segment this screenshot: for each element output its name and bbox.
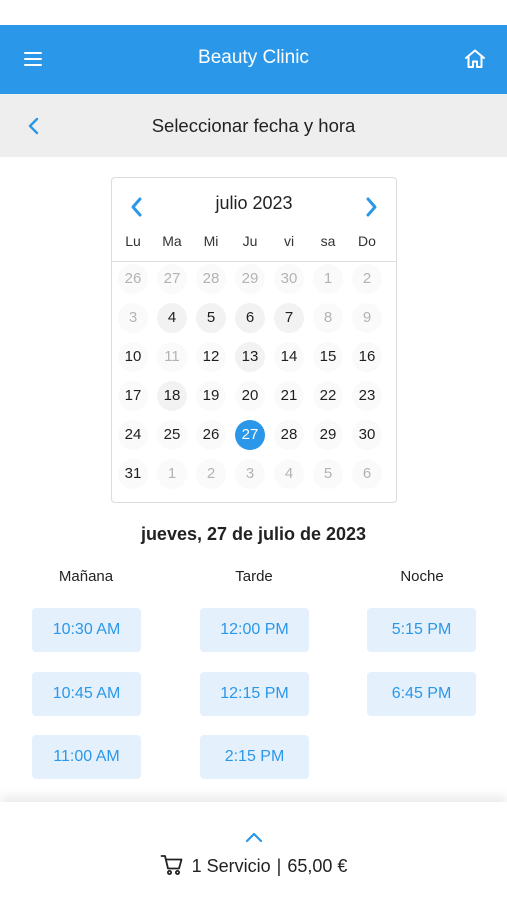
selected-date-heading: jueves, 27 de julio de 2023 xyxy=(140,524,367,544)
weekday-label: Ma xyxy=(162,233,182,249)
calendar-day: 26 xyxy=(118,264,148,294)
cart-summary-bar: 1 Servicio | 65,00 € xyxy=(0,802,507,900)
column-title-tarde: Tarde xyxy=(235,568,273,585)
weekday-label: vi xyxy=(283,233,295,249)
time-slot-button[interactable]: 10:30 AM xyxy=(32,608,141,652)
calendar-day: 30 xyxy=(274,264,304,294)
calendar-day[interactable]: 26 xyxy=(196,420,226,450)
page-title: Seleccionar fecha y hora xyxy=(151,115,356,136)
calendar-day: 28 xyxy=(196,264,226,294)
calendar-day-selected[interactable]: 27 xyxy=(235,420,265,450)
time-slot-button[interactable]: 5:15 PM xyxy=(367,608,476,652)
calendar-day: 9 xyxy=(352,303,382,333)
calendar-day[interactable]: 15 xyxy=(313,342,343,372)
calendar-day[interactable]: 12 xyxy=(196,342,226,372)
calendar-day[interactable]: 7 xyxy=(274,303,304,333)
time-slot-button[interactable]: 12:15 PM xyxy=(200,672,309,716)
calendar-day[interactable]: 10 xyxy=(118,342,148,372)
home-icon[interactable] xyxy=(463,47,487,71)
calendar-day[interactable]: 18 xyxy=(157,381,187,411)
column-title-manana: Mañana xyxy=(58,568,114,585)
calendar-days-grid: 26 27 28 29 30 1 2 3 4 5 6 7 8 9 10 11 12 13 14 15 16 17 18 19 2… xyxy=(112,262,398,502)
column-title-noche: Noche xyxy=(400,568,444,585)
shopping-cart-icon xyxy=(160,854,184,876)
calendar-day: 1 xyxy=(157,459,187,489)
calendar-day[interactable]: 20 xyxy=(235,381,265,411)
date-picker-calendar: julio 2023 Lu Ma Mi Ju vi sa Do 26 27 28 29 30 1 2 3 4… xyxy=(111,177,397,503)
calendar-day: 4 xyxy=(274,459,304,489)
calendar-day: 3 xyxy=(235,459,265,489)
calendar-day[interactable]: 22 xyxy=(313,381,343,411)
calendar-day: 2 xyxy=(196,459,226,489)
calendar-day: 5 xyxy=(313,459,343,489)
calendar-day[interactable]: 24 xyxy=(118,420,148,450)
calendar-day[interactable]: 13 xyxy=(235,342,265,372)
cart-summary[interactable]: 1 Servicio | 65,00 € xyxy=(0,854,507,877)
weekday-header-row: Lu Ma Mi Ju vi sa Do xyxy=(112,233,398,253)
calendar-day: 2 xyxy=(352,264,382,294)
time-slot-button[interactable]: 10:45 AM xyxy=(32,672,141,716)
time-slot-button[interactable]: 6:45 PM xyxy=(367,672,476,716)
app-bar: Beauty Clinic xyxy=(0,25,507,94)
calendar-day[interactable]: 28 xyxy=(274,420,304,450)
calendar-day[interactable]: 31 xyxy=(118,459,148,489)
weekday-label: Ju xyxy=(242,233,258,249)
cart-services-count: 1 Servicio xyxy=(191,856,271,876)
calendar-day[interactable]: 30 xyxy=(352,420,382,450)
time-slot-button[interactable]: 2:15 PM xyxy=(200,735,309,779)
cart-separator: | xyxy=(276,856,282,876)
weekday-label: Lu xyxy=(125,233,141,249)
calendar-day[interactable]: 21 xyxy=(274,381,304,411)
weekday-label: Mi xyxy=(203,233,219,249)
calendar-day: 6 xyxy=(352,459,382,489)
weekday-label: sa xyxy=(320,233,336,249)
calendar-day: 8 xyxy=(313,303,343,333)
calendar-day[interactable]: 14 xyxy=(274,342,304,372)
next-month-chevron-right-icon[interactable] xyxy=(360,194,382,220)
calendar-day[interactable]: 19 xyxy=(196,381,226,411)
calendar-day: 27 xyxy=(157,264,187,294)
time-slot-button[interactable]: 12:00 PM xyxy=(200,608,309,652)
weekday-label: Do xyxy=(358,233,376,249)
app-title: Beauty Clinic xyxy=(198,47,309,68)
calendar-day[interactable]: 25 xyxy=(157,420,187,450)
time-slot-button[interactable]: 11:00 AM xyxy=(32,735,141,779)
calendar-day[interactable]: 5 xyxy=(196,303,226,333)
calendar-day[interactable]: 23 xyxy=(352,381,382,411)
calendar-day[interactable]: 6 xyxy=(235,303,265,333)
cart-total: 65,00 € xyxy=(287,856,348,876)
calendar-month-label: julio 2023 xyxy=(215,193,293,213)
calendar-day[interactable]: 4 xyxy=(157,303,187,333)
calendar-day: 11 xyxy=(157,342,187,372)
calendar-day[interactable]: 29 xyxy=(313,420,343,450)
calendar-day: 29 xyxy=(235,264,265,294)
calendar-day[interactable]: 16 xyxy=(352,342,382,372)
calendar-day: 1 xyxy=(313,264,343,294)
calendar-day: 3 xyxy=(118,303,148,333)
page-header: Seleccionar fecha y hora xyxy=(0,94,507,157)
calendar-day[interactable]: 17 xyxy=(118,381,148,411)
expand-chevron-up-icon[interactable] xyxy=(243,830,265,844)
